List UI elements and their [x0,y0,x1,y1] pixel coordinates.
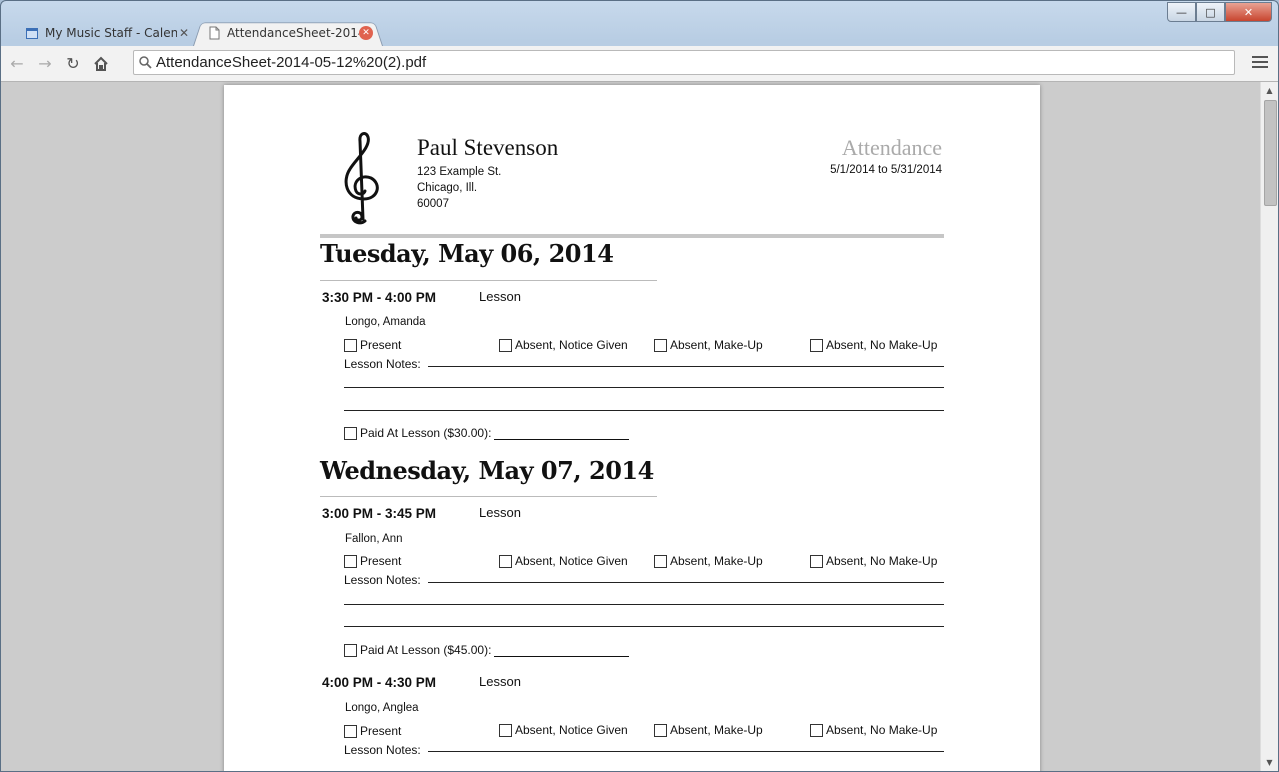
lesson-notes-label: Lesson Notes: [344,573,421,587]
absent-notice-checkbox[interactable]: Absent, Notice Given [499,554,628,568]
option-label: Absent, Notice Given [515,723,628,737]
paid-label: Paid At Lesson ($30.00): [360,426,492,440]
absent-makeup-checkbox[interactable]: Absent, Make-Up [654,338,763,352]
tab-my-music-staff[interactable]: My Music Staff - Calendar ✕ [11,20,201,46]
document-icon [209,26,220,40]
address-bar[interactable]: AttendanceSheet-2014-05-12%20(2).pdf [133,50,1235,75]
day-divider [320,496,657,497]
studio-address: 123 Example St. Chicago, Ill. 60007 [417,164,501,212]
close-tab-icon[interactable]: ✕ [177,26,191,40]
lesson-time: 3:00 PM - 3:45 PM [322,506,437,521]
notes-line [428,582,944,583]
absent-notice-checkbox[interactable]: Absent, Notice Given [499,338,628,352]
paid-at-lesson-checkbox[interactable]: Paid At Lesson ($30.00): [344,426,630,440]
url-text: AttendanceSheet-2014-05-12%20(2).pdf [156,54,427,71]
notes-line [344,626,944,627]
option-label: Absent, No Make-Up [826,723,938,737]
vertical-scrollbar[interactable]: ▲ ▼ [1260,82,1278,771]
option-label: Present [360,338,402,352]
scrollbar-thumb[interactable] [1264,100,1277,206]
studio-name: Paul Stevenson [417,135,559,160]
paid-at-lesson-checkbox[interactable]: Paid At Lesson ($45.00): [344,643,630,657]
browser-toolbar: ← → ↻ AttendanceSheet-2014-05-12%20(2).p… [1,46,1278,82]
day-divider [320,280,657,281]
notes-line [344,604,944,605]
lesson-time: 4:00 PM - 4:30 PM [322,675,437,690]
tab-strip: My Music Staff - Calendar ✕ AttendanceSh… [11,19,403,46]
option-label: Absent, Make-Up [670,338,763,352]
notes-line [428,366,944,367]
minimize-button[interactable]: — [1167,2,1196,22]
notes-line [428,751,944,752]
address-line: Chicago, Ill. [417,182,478,194]
option-label: Absent, Notice Given [515,554,628,568]
address-line: 60007 [417,198,449,210]
absent-notice-checkbox[interactable]: Absent, Notice Given [499,723,628,737]
day-heading: Wednesday, May 07, 2014 [320,456,654,485]
close-window-button[interactable]: ✕ [1225,2,1272,22]
student-name: Fallon, Ann [345,533,403,545]
date-range: 5/1/2014 to 5/31/2014 [830,164,942,176]
notes-line [344,387,944,388]
lesson-type: Lesson [479,674,521,689]
option-label: Absent, Make-Up [670,554,763,568]
tab-title: AttendanceSheet-2014-05 [227,26,359,40]
back-button[interactable]: ← [5,52,29,76]
lesson-type: Lesson [479,505,521,520]
search-icon [134,56,156,69]
absent-no-makeup-checkbox[interactable]: Absent, No Make-Up [810,723,937,737]
window-controls: — □ ✕ [1167,2,1272,22]
back-arrow-icon: ← [10,54,24,73]
student-name: Longo, Amanda [345,316,426,328]
present-checkbox[interactable]: Present [344,338,401,352]
pdf-viewer: Paul Stevenson 123 Example St. Chicago, … [1,82,1278,771]
home-button[interactable] [89,52,113,76]
lesson-notes-label: Lesson Notes: [344,743,421,757]
absent-makeup-checkbox[interactable]: Absent, Make-Up [654,554,763,568]
option-label: Absent, Make-Up [670,723,763,737]
header-divider [320,234,944,238]
close-tab-icon[interactable]: ✕ [359,26,373,40]
browser-window: — □ ✕ My Music Staff - Calendar ✕ Attend… [0,0,1279,772]
tab-attendance-sheet[interactable]: AttendanceSheet-2014-05 ✕ [193,20,383,46]
maximize-button[interactable]: □ [1196,2,1225,22]
option-label: Absent, Notice Given [515,338,628,352]
option-label: Absent, No Make-Up [826,554,938,568]
notes-line [344,410,944,411]
tab-title: My Music Staff - Calendar [45,26,177,40]
present-checkbox[interactable]: Present [344,554,401,568]
calendar-favicon-icon [26,28,38,39]
address-line: 123 Example St. [417,166,502,178]
absent-no-makeup-checkbox[interactable]: Absent, No Make-Up [810,338,937,352]
lesson-notes-label: Lesson Notes: [344,357,421,371]
present-checkbox[interactable]: Present [344,724,401,738]
absent-no-makeup-checkbox[interactable]: Absent, No Make-Up [810,554,937,568]
reload-icon: ↻ [66,54,80,73]
option-label: Present [360,554,402,568]
day-heading: Tuesday, May 06, 2014 [320,239,614,268]
document-title: Attendance [841,135,942,160]
lesson-time: 3:30 PM - 4:00 PM [322,290,437,305]
paid-blank [494,644,630,657]
reload-button[interactable]: ↻ [61,52,85,76]
student-name: Longo, Anglea [345,702,419,714]
paid-label: Paid At Lesson ($45.00): [360,643,492,657]
chrome-menu-icon[interactable] [1252,54,1268,70]
scroll-down-icon[interactable]: ▼ [1261,754,1278,771]
forward-arrow-icon: → [38,54,52,73]
scroll-up-icon[interactable]: ▲ [1261,82,1278,99]
pdf-page: Paul Stevenson 123 Example St. Chicago, … [224,85,1040,771]
paid-blank [494,427,630,440]
absent-makeup-checkbox[interactable]: Absent, Make-Up [654,723,763,737]
home-icon [94,56,108,71]
forward-button[interactable]: → [33,52,57,76]
new-tab-button[interactable] [381,27,411,43]
lesson-type: Lesson [479,289,521,304]
treble-clef-icon [344,132,379,225]
option-label: Present [360,724,402,738]
option-label: Absent, No Make-Up [826,338,938,352]
